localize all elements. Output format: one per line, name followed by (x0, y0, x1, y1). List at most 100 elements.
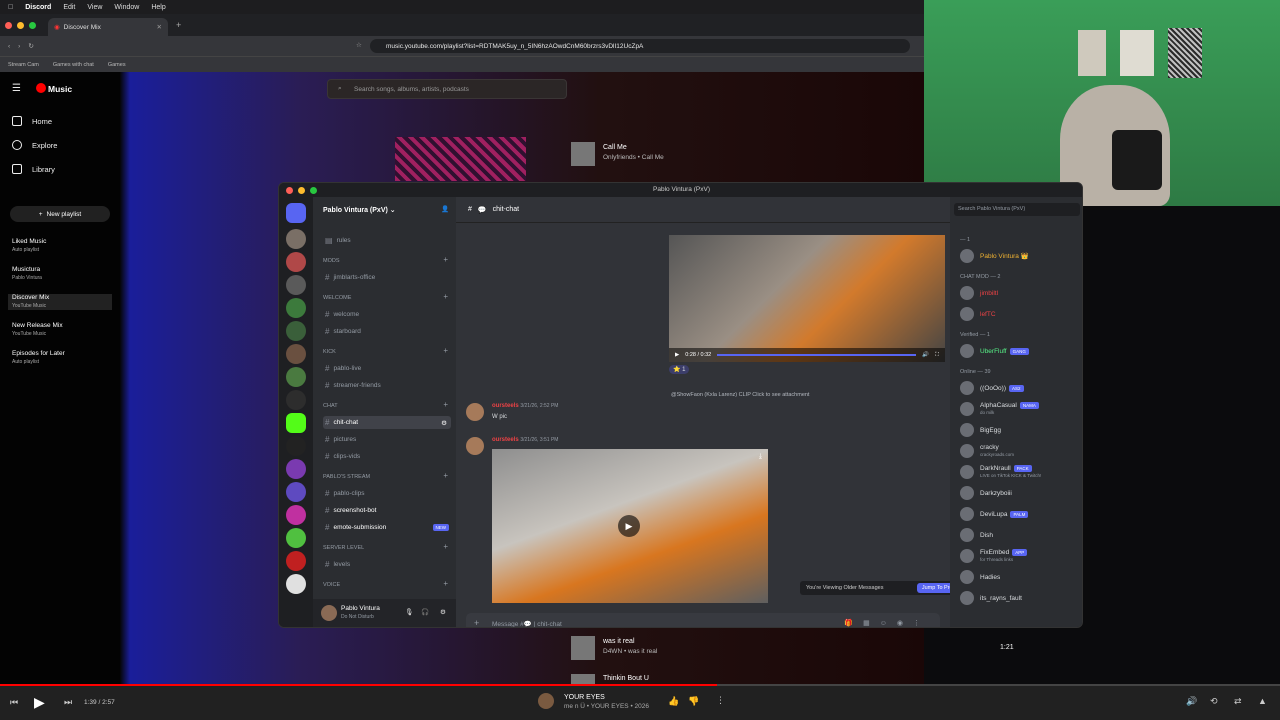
member-row[interactable]: AlphaCasual NAMA do milk (960, 402, 1039, 416)
menubar-app-name[interactable]: Discord (25, 4, 51, 11)
server-icon[interactable] (286, 505, 306, 525)
channel-pablo-clips[interactable]: # pablo-clips (323, 487, 451, 500)
channel-jimblarts-office[interactable]: # jimblarts-office (323, 271, 451, 284)
member-row[interactable]: cracky crackyroads.com (960, 444, 1014, 458)
fullscreen-icon[interactable]: ⛶ (935, 352, 939, 359)
server-icon[interactable] (286, 528, 306, 548)
server-icon[interactable] (286, 252, 306, 272)
zoom-window-icon[interactable] (310, 187, 317, 194)
add-member-icon[interactable]: 👤 (441, 205, 449, 213)
category-pablos-stream[interactable]: PABLO'S STREAM (323, 474, 370, 480)
category-kick[interactable]: KICK (323, 349, 336, 355)
play-icon[interactable]: ▶ (618, 515, 640, 537)
category-server-level[interactable]: SERVER LEVEL (323, 545, 364, 551)
menubar-view[interactable]: View (87, 4, 102, 11)
playlist-new-release-mix[interactable]: New Release Mix YouTube Music (12, 322, 63, 338)
bookmark-games-with-chat[interactable]: Games with chat (53, 62, 94, 68)
channel-screenshot-bot[interactable]: # screenshot-bot (323, 504, 451, 517)
category-voice[interactable]: VOICE (323, 582, 340, 588)
channel-pictures[interactable]: # pictures (323, 433, 451, 446)
avatar[interactable] (321, 605, 337, 621)
server-icon[interactable] (286, 551, 306, 571)
playlist-liked-music[interactable]: Liked Music Auto playlist (12, 238, 46, 254)
next-track-icon[interactable]: ⏭ (64, 697, 72, 708)
member-row[interactable]: Pablo Vintura 👑 (960, 249, 1029, 263)
microphone-icon[interactable]: 🎙 (405, 608, 413, 616)
server-name[interactable]: Pablo Vintura (PxV) ⌄ (323, 206, 396, 214)
track-thumbnail[interactable] (571, 674, 595, 684)
yt-music-logo[interactable]: Music (48, 84, 72, 94)
track-row[interactable]: was it real D4WN • was it real (603, 637, 657, 657)
add-channel-icon[interactable]: + (443, 542, 448, 551)
channel-levels[interactable]: # levels (323, 558, 451, 571)
menubar-window[interactable]: Window (114, 4, 139, 11)
shuffle-icon[interactable]: ⇄ (1234, 696, 1242, 707)
server-icon[interactable] (286, 574, 306, 594)
member-row[interactable]: jimbiltl (960, 286, 998, 300)
composer-tools-icon[interactable]: 🎁▦☺◉⋮ (844, 619, 930, 627)
now-playing-artist[interactable]: me n Ü • YOUR EYES • 2026 (564, 702, 649, 711)
volume-icon[interactable]: 🔊 (1186, 696, 1197, 707)
apple-icon[interactable]:  (8, 4, 13, 11)
add-attachment-icon[interactable]: + (474, 618, 479, 627)
channel-clips-vids[interactable]: # clips-vids (323, 450, 451, 463)
now-playing-title[interactable]: YOUR EYES (564, 693, 649, 702)
member-row[interactable]: DeviLupa PALM (960, 507, 1029, 521)
play-icon[interactable]: ▶ (34, 694, 45, 711)
reaction-star[interactable]: ⭐ 1 (669, 365, 690, 374)
previous-track-icon[interactable]: ⏮ (10, 697, 18, 708)
member-row[interactable]: BigEgg (960, 423, 1001, 437)
channel-starboard[interactable]: # starboard (323, 325, 451, 338)
avatar[interactable] (466, 403, 484, 421)
channel-streamer-friends[interactable]: # streamer-friends (323, 379, 451, 392)
add-channel-icon[interactable]: + (443, 255, 448, 264)
ytmusic-search-input[interactable]: ⌕ Search songs, albums, artists, podcast… (327, 79, 567, 99)
member-row[interactable]: DarkNraull PACK LIVE on TikTok KICK & Twit… (960, 465, 1041, 479)
now-playing-thumbnail[interactable] (538, 693, 554, 709)
reply-preview[interactable]: @ShowFaon (Kxla Larenz) CLIP Click to se… (671, 392, 809, 398)
expand-player-icon[interactable]: ▲ (1258, 696, 1267, 706)
message-author[interactable]: oursteels (492, 403, 519, 409)
nav-home[interactable]: Home (12, 116, 52, 126)
minimize-window-icon[interactable] (17, 21, 24, 29)
server-icon[interactable] (286, 275, 306, 295)
server-icon[interactable] (286, 436, 306, 456)
close-window-icon[interactable] (286, 187, 293, 194)
reload-icon[interactable]: ↻ (28, 42, 33, 50)
server-icon[interactable] (286, 298, 306, 318)
bookmark-games[interactable]: Games (108, 62, 126, 68)
add-channel-icon[interactable]: + (443, 400, 448, 409)
member-row[interactable]: FixEmbed APP for Threads links (960, 549, 1028, 563)
download-icon[interactable]: ⤓ (759, 453, 762, 461)
zoom-window-icon[interactable] (29, 21, 36, 29)
category-welcome[interactable]: WELCOME (323, 295, 351, 301)
member-row[interactable]: Darkzyboiii (960, 486, 1012, 500)
track-row[interactable]: Call Me Onlyfriends • Call Me (603, 143, 664, 163)
menubar-help[interactable]: Help (151, 4, 165, 11)
nav-explore[interactable]: Explore (12, 140, 57, 150)
playlist-episodes-for-later[interactable]: Episodes for Later Auto playlist (12, 350, 65, 366)
hamburger-menu-icon[interactable]: ☰ (12, 83, 21, 94)
message-input[interactable]: + Message #💬 | chit-chat 🎁▦☺◉⋮ (466, 613, 940, 627)
new-playlist-button[interactable]: + New playlist (10, 206, 110, 222)
server-icon[interactable] (286, 229, 306, 249)
member-row[interactable]: UberFluff GANG (960, 344, 1029, 358)
kick-server-icon[interactable] (286, 413, 306, 433)
member-row[interactable]: its_rayns_fault (960, 591, 1022, 605)
channel-pablo-live[interactable]: # pablo-live (323, 362, 451, 375)
channel-welcome[interactable]: # welcome (323, 308, 451, 321)
new-tab-icon[interactable]: + (176, 20, 181, 30)
playlist-discover-mix[interactable]: Discover Mix YouTube Music (8, 294, 112, 310)
message-author[interactable]: oursteels (492, 437, 519, 443)
bookmark-stream-cam[interactable]: Stream Cam (8, 62, 39, 68)
url-field[interactable]: music.youtube.com/playlist?list=RDTMAK5u… (370, 39, 910, 53)
like-icon[interactable]: 👍 (668, 696, 679, 707)
browser-tab[interactable]: ◉ Discover Mix ✕ (48, 18, 168, 36)
volume-icon[interactable]: 🔊 (922, 352, 929, 358)
track-thumbnail[interactable] (571, 142, 595, 166)
member-row[interactable]: lefTC (960, 307, 996, 321)
add-channel-icon[interactable]: + (443, 292, 448, 301)
category-mods[interactable]: MODS (323, 258, 340, 264)
playlist-musictura[interactable]: Musictura Pablo Vintura (12, 266, 42, 282)
nav-library[interactable]: Library (12, 164, 55, 174)
